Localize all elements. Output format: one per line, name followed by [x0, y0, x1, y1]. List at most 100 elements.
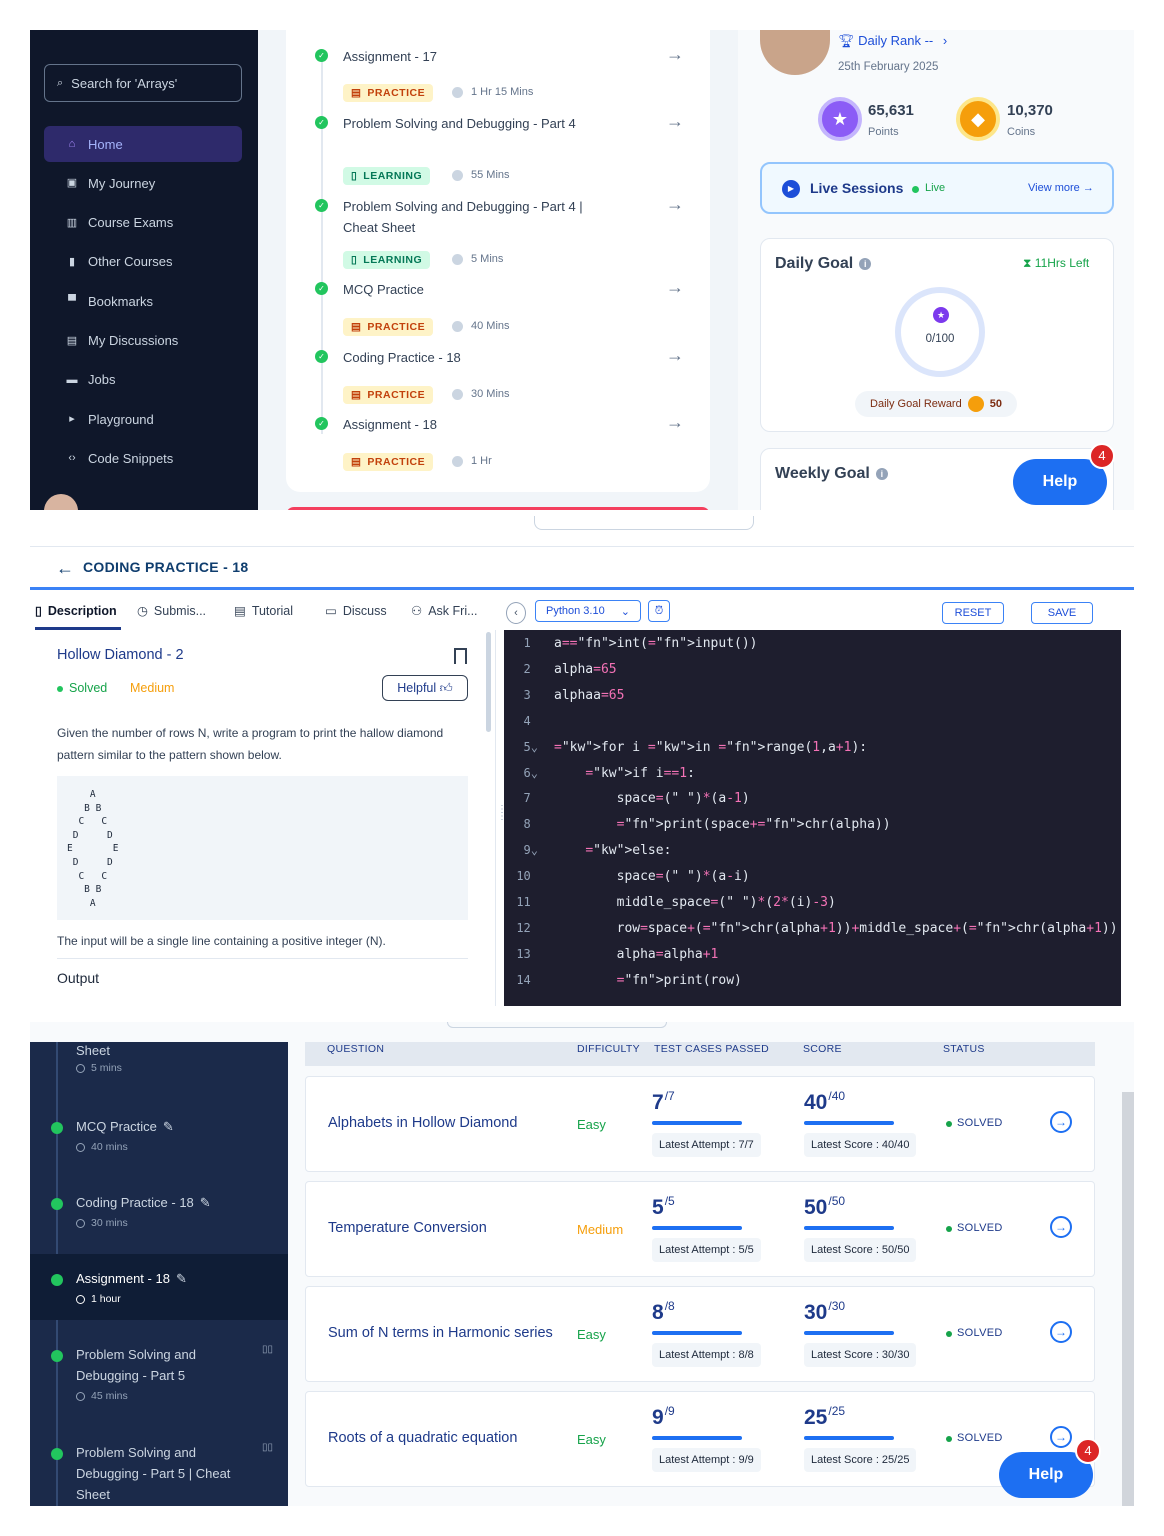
- book-icon[interactable]: ▯▯: [262, 1344, 273, 1355]
- sidebar-item[interactable]: Problem Solving and Debugging - Part 5 45…: [30, 1330, 288, 1406]
- points-value: 65,631: [868, 102, 914, 119]
- clock-icon: [76, 1391, 85, 1401]
- info-icon[interactable]: i: [875, 467, 888, 480]
- tab-discuss[interactable]: ▭ Discuss: [325, 600, 387, 630]
- sidebar-item-course-exams[interactable]: ▥ Course Exams: [44, 205, 242, 241]
- tab-submis[interactable]: ◷ Submis...: [137, 600, 206, 630]
- sidebar-item-other-courses[interactable]: ▮ Other Courses: [44, 244, 242, 280]
- sidebar-item[interactable]: Assignment - 18 ✎ 1 hour: [30, 1254, 288, 1320]
- table-row[interactable]: Alphabets in Hollow Diamond Easy 7/7 Latest…: [305, 1076, 1095, 1172]
- type-badge: ▤ PRACTICE: [343, 84, 434, 102]
- tab-tutorial[interactable]: ▤ Tutorial: [234, 600, 293, 630]
- code-line[interactable]: 9⌄ ="kw">else:: [504, 837, 1121, 863]
- code-line[interactable]: 10 space=(" ")*(a-i): [504, 863, 1121, 889]
- arrow-right-icon[interactable]: →: [666, 194, 684, 215]
- reset-button[interactable]: RESET: [942, 602, 1004, 624]
- back-arrow-icon[interactable]: ←: [56, 558, 74, 579]
- code-line[interactable]: 5⌄ ="kw">for i ="kw">in ="fn">range(1,a+1…: [504, 734, 1121, 760]
- latest-score: Latest Score : 40/40: [804, 1133, 917, 1157]
- code-text: ="fn">print(space+="fn">chr(alpha)): [616, 817, 891, 833]
- book-icon[interactable]: ▯▯: [262, 1442, 273, 1453]
- tab-askfri[interactable]: ⚇ Ask Fri...: [411, 600, 478, 630]
- timeline-item-title: Problem Solving and Debugging - Part 4 |…: [343, 199, 583, 235]
- sidebar-item-jobs[interactable]: ▬ Jobs: [44, 362, 242, 398]
- code-line[interactable]: 8 ="fn">print(space+="fn">chr(alpha)): [504, 811, 1121, 837]
- code-line[interactable]: 3 alphaa=65: [504, 682, 1121, 708]
- edit-icon[interactable]: ✎: [163, 1119, 174, 1134]
- practice-title: CODING PRACTICE - 18: [83, 559, 249, 575]
- save-button[interactable]: SAVE: [1031, 602, 1093, 624]
- book-icon: ▯: [351, 170, 358, 182]
- info-icon[interactable]: i: [859, 257, 872, 270]
- code-text: space=(" ")*(a-i): [554, 869, 750, 885]
- collapse-chevron-icon[interactable]: ‹: [506, 602, 526, 624]
- table-row[interactable]: Temperature Conversion Medium 5/5 Latest At…: [305, 1181, 1095, 1277]
- arrow-right-icon[interactable]: →: [666, 412, 684, 433]
- arrow-right-icon[interactable]: →: [666, 44, 684, 65]
- passed-value: 7: [652, 1091, 664, 1114]
- trophy-icon: 🏆︎: [838, 33, 855, 48]
- code-editor[interactable]: 1 a=="fn">int(="fn">input()) 2 alpha=65 3 …: [504, 630, 1121, 1006]
- arrow-right-icon[interactable]: →: [666, 345, 684, 366]
- tab-description[interactable]: ▯ Description: [35, 600, 121, 630]
- bookmark-icon[interactable]: [454, 648, 467, 664]
- hours-left-text: 11Hrs Left: [1034, 256, 1090, 270]
- timeline-card: ✓ Assignment - 17 → ▤ PRACTICE 1 Hr 15 Mins ✓ P…: [286, 30, 710, 492]
- total-value: /9: [664, 1404, 675, 1418]
- scrollbar[interactable]: [1122, 1092, 1134, 1506]
- sidebar-item[interactable]: Coding Practice - 18 ✎ 30 mins: [30, 1178, 288, 1254]
- helpful-button[interactable]: Helpful 👍︎: [382, 675, 468, 701]
- profile-avatar[interactable]: [760, 30, 830, 75]
- sidebar-item[interactable]: Sheet 5 mins: [30, 1036, 288, 1112]
- sidebar-item[interactable]: Problem Solving and Debugging - Part 5 |…: [30, 1428, 288, 1504]
- sidebar-item-title-text: Coding Practice - 18: [76, 1195, 194, 1210]
- view-more-link[interactable]: View more →: [1028, 182, 1094, 194]
- sidebar-item-playground[interactable]: ▸ Playground: [44, 401, 242, 437]
- code-line[interactable]: 1 a=="fn">int(="fn">input()): [504, 630, 1121, 656]
- description-pane: Hollow Diamond - 2 Solved Medium Helpful…: [30, 630, 496, 1006]
- clipboard-icon: ▤: [351, 389, 362, 401]
- arrow-right-icon[interactable]: →: [666, 111, 684, 132]
- sidebar-item-code-snippets[interactable]: ‹› Code Snippets: [44, 440, 242, 476]
- edit-icon[interactable]: ✎: [200, 1195, 211, 1210]
- arrow-right-circle-icon[interactable]: →: [1050, 1321, 1072, 1343]
- code-line[interactable]: 14 ="fn">print(row): [504, 967, 1121, 993]
- edit-icon[interactable]: ✎: [176, 1271, 187, 1286]
- sidebar-item-my-journey[interactable]: ▣ My Journey: [44, 165, 242, 201]
- sidebar-item[interactable]: MCQ Practice ✎ 40 mins: [30, 1102, 288, 1178]
- arrow-right-circle-icon[interactable]: →: [1050, 1111, 1072, 1133]
- sidebar-item-my-discussions[interactable]: ▤ My Discussions: [44, 323, 242, 359]
- language-select[interactable]: Python 3.10 ⌄: [535, 600, 641, 622]
- table-row[interactable]: Roots of a quadratic equation Easy 9/9 Late…: [305, 1391, 1095, 1487]
- sidebar-item-bookmarks[interactable]: ▀ Bookmarks: [44, 283, 242, 319]
- passed-value: 8: [652, 1301, 664, 1324]
- code-line[interactable]: 7 space=(" ")*(a-1): [504, 785, 1121, 811]
- timer-icon[interactable]: ⏰︎: [648, 600, 670, 622]
- tab-label: Description: [47, 604, 117, 618]
- arrow-right-circle-icon[interactable]: →: [1050, 1426, 1072, 1448]
- live-sessions-card[interactable]: ▶ Live Sessions Live View more →: [760, 162, 1114, 214]
- sidebar-item-home[interactable]: ⌂ Home: [44, 126, 242, 162]
- code-line[interactable]: 6⌄ ="kw">if i==1:: [504, 760, 1121, 786]
- problem-tabs: ▯ Description ◷ Submis... ▤ Tutorial ▭ Discuss ⚇…: [30, 600, 500, 630]
- resize-handle[interactable]: ⋮ ⋮: [497, 805, 507, 836]
- search-input[interactable]: ⌕ Search for 'Arrays': [44, 64, 242, 102]
- code-line[interactable]: 12 row=space+(="fn">chr(alpha+1))+middle…: [504, 915, 1121, 941]
- daily-rank[interactable]: 🏆︎ Daily Rank -- ›: [838, 33, 947, 49]
- notification-badge: 4: [1075, 1438, 1101, 1464]
- exams-icon: ▥: [66, 216, 78, 229]
- code-line[interactable]: 2 alpha=65: [504, 656, 1121, 682]
- dashboard-panel: ⌕ Search for 'Arrays' ⌂ Home ▣ My Journey ▥ C…: [30, 30, 1134, 510]
- arrow-right-icon[interactable]: →: [666, 277, 684, 298]
- status: SOLVED: [957, 1222, 1003, 1234]
- arrow-right-circle-icon[interactable]: →: [1050, 1216, 1072, 1238]
- code-line[interactable]: 13 alpha=alpha+1: [504, 941, 1121, 967]
- status: SOLVED: [957, 1117, 1003, 1129]
- duration-text: 40 mins: [91, 1141, 128, 1153]
- code-icon: ‹›: [68, 452, 76, 465]
- code-line[interactable]: 4: [504, 708, 1121, 734]
- code-line[interactable]: 11 middle_space=(" ")*(2*(i)-3): [504, 889, 1121, 915]
- avatar[interactable]: [44, 494, 78, 510]
- scrollbar[interactable]: [486, 632, 491, 732]
- table-row[interactable]: Sum of N terms in Harmonic series Easy 8/8…: [305, 1286, 1095, 1382]
